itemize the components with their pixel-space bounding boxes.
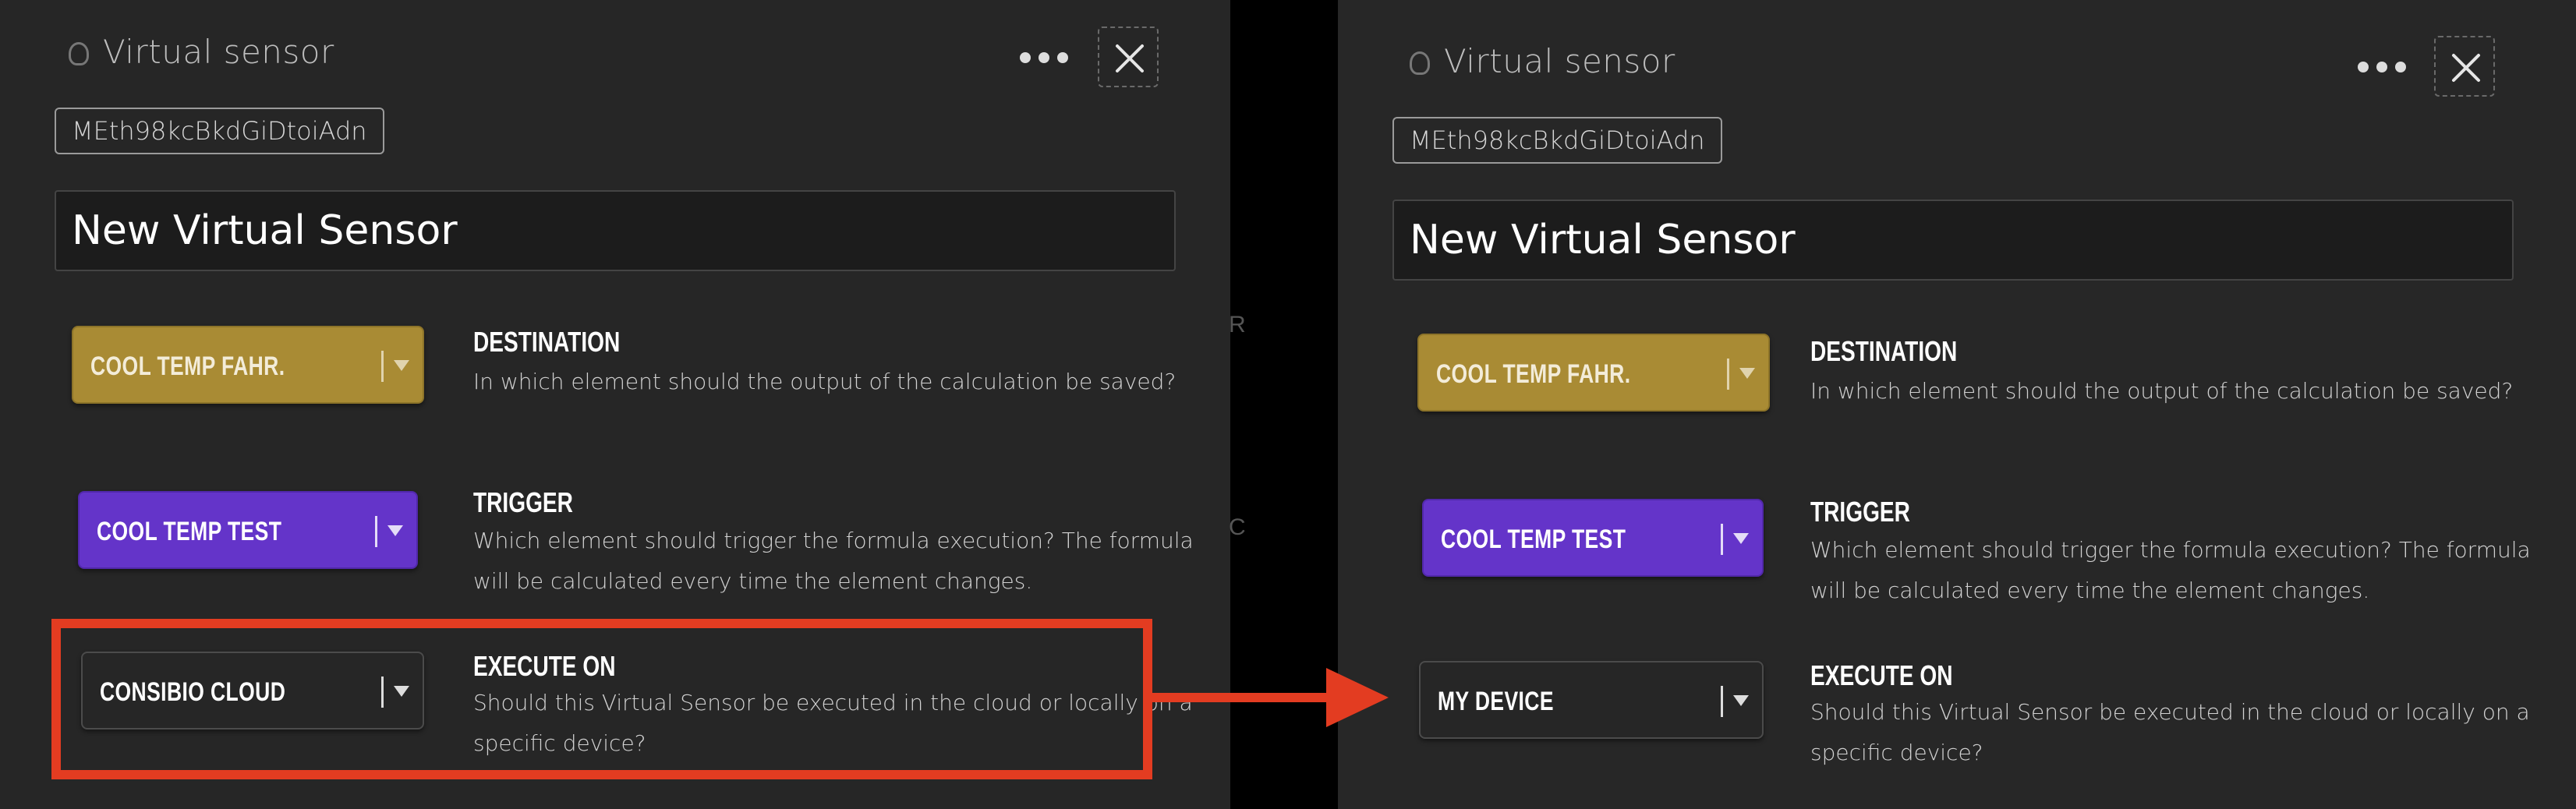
destination-select-value: COOL TEMP FAHR. [90,352,285,381]
trigger-description-line-2: will be calculated every time the elemen… [1810,578,2370,603]
execute-on-description-line-1: Should this Virtual Sensor be executed i… [1810,699,2530,725]
trigger-title: TRIGGER [473,486,573,518]
trigger-description-line-2: will be calculated every time the elemen… [473,568,1033,594]
panel-header: Virtual sensor [0,0,1230,94]
trigger-title: TRIGGER [1810,496,1910,528]
caret-down-icon [394,360,409,371]
caret-down-icon [1733,533,1749,544]
trigger-select-value: COOL TEMP TEST [97,517,282,546]
arrow-head-icon [1326,668,1389,727]
select-separator [1721,686,1723,717]
sensor-name-input[interactable]: New Virtual Sensor [55,190,1176,271]
panel-title: Virtual sensor [1444,42,1675,80]
destination-title: DESTINATION [1810,335,1958,367]
more-icon[interactable] [2358,62,2406,72]
arrow-right-icon [1152,693,1344,702]
highlight-box [51,619,1152,779]
close-icon [1116,44,1144,72]
close-button[interactable] [2434,36,2495,97]
trigger-select-value: COOL TEMP TEST [1441,525,1626,554]
execute-on-title: EXECUTE ON [1810,659,1953,691]
virtual-sensor-panel-after: Virtual sensor MEth98kcBkdGiDtoiAdn New … [1338,0,2576,809]
execute-on-select[interactable]: MY DEVICE [1419,661,1764,739]
background-fragment: C [1229,514,1246,540]
execute-on-description-line-2: specific device? [1810,740,1983,765]
trigger-description-line-1: Which element should trigger the formula… [473,528,1194,553]
destination-select[interactable]: COOL TEMP FAHR. [1417,334,1770,412]
more-icon[interactable] [1020,52,1068,63]
background-fragment: R [1229,312,1246,337]
destination-select[interactable]: COOL TEMP FAHR. [72,326,424,404]
select-separator [381,351,384,382]
panel-header: Virtual sensor [1338,0,2576,97]
destination-description: In which element should the output of th… [473,369,1177,394]
destination-description: In which element should the output of th… [1810,378,2514,404]
sensor-icon [1410,51,1430,75]
destination-select-value: COOL TEMP FAHR. [1436,359,1631,389]
destination-title: DESTINATION [473,326,621,358]
sensor-id-chip[interactable]: MEth98kcBkdGiDtoiAdn [55,108,384,154]
caret-down-icon [387,525,403,536]
caret-down-icon [1733,695,1749,706]
close-button[interactable] [1098,26,1159,87]
caret-down-icon [1739,368,1755,379]
sensor-id-chip[interactable]: MEth98kcBkdGiDtoiAdn [1392,117,1722,164]
select-separator [375,516,377,547]
sensor-name-input[interactable]: New Virtual Sensor [1392,200,2514,281]
trigger-select[interactable]: COOL TEMP TEST [78,491,418,569]
trigger-select[interactable]: COOL TEMP TEST [1422,499,1764,577]
trigger-description-line-1: Which element should trigger the formula… [1810,537,2531,563]
execute-on-select-value: MY DEVICE [1438,687,1554,716]
select-separator [1727,359,1729,390]
select-separator [1721,524,1723,555]
close-icon [2452,54,2480,82]
panel-title: Virtual sensor [103,33,334,71]
sensor-icon [69,42,89,65]
